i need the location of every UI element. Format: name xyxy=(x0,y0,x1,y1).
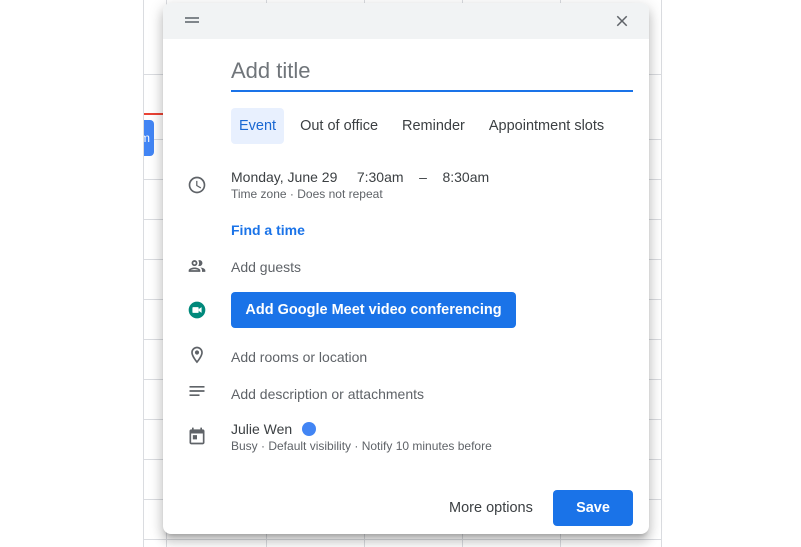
calendar-event-settings[interactable]: Busy · Default visibility · Notify 10 mi… xyxy=(231,439,492,453)
add-guests-field[interactable]: Add guests xyxy=(231,259,301,275)
notes-icon xyxy=(187,381,207,401)
tab-event[interactable]: Event xyxy=(231,108,285,144)
grid-line xyxy=(144,539,661,540)
calendar-icon xyxy=(187,426,207,446)
date-picker[interactable]: Monday, June 29 xyxy=(231,169,337,185)
drag-handle-icon[interactable] xyxy=(185,17,199,23)
calendar-owner-name: Julie Wen xyxy=(231,421,293,437)
calendar-color-dot xyxy=(302,422,317,436)
more-options-button[interactable]: More options xyxy=(439,490,543,526)
dialog-header[interactable] xyxy=(163,3,649,39)
find-a-time-link[interactable]: Find a time xyxy=(231,222,305,238)
datetime-options: Time zone · Does not repeat xyxy=(231,187,383,201)
timezone-link[interactable]: Time zone xyxy=(231,187,287,201)
tab-out-of-office[interactable]: Out of office xyxy=(292,108,386,144)
end-time-picker[interactable]: 8:30am xyxy=(442,169,489,185)
tab-reminder[interactable]: Reminder xyxy=(394,108,473,144)
event-type-tabs: Event Out of office Reminder Appointment… xyxy=(231,108,620,144)
add-google-meet-button[interactable]: Add Google Meet video conferencing xyxy=(231,292,516,328)
close-icon[interactable] xyxy=(613,12,631,30)
separator-dot: · xyxy=(289,187,294,201)
title-input[interactable] xyxy=(231,58,633,88)
repeat-link[interactable]: Does not repeat xyxy=(297,187,382,201)
location-pin-icon xyxy=(187,345,207,365)
google-meet-icon xyxy=(187,300,207,320)
calendar-owner[interactable]: Julie Wen xyxy=(231,421,317,437)
calendar-event-chip[interactable]: m xyxy=(144,120,154,156)
datetime-line: Monday, June 29 7:30am – 8:30am xyxy=(231,169,489,185)
time-separator: – xyxy=(419,169,427,185)
people-icon xyxy=(187,256,207,276)
add-description-field[interactable]: Add description or attachments xyxy=(231,386,424,402)
save-button[interactable]: Save xyxy=(553,490,633,526)
tab-appointment-slots[interactable]: Appointment slots xyxy=(481,108,612,144)
title-field xyxy=(231,58,633,92)
create-event-dialog: Event Out of office Reminder Appointment… xyxy=(163,3,649,534)
start-time-picker[interactable]: 7:30am xyxy=(357,169,404,185)
clock-icon xyxy=(187,175,207,195)
add-location-field[interactable]: Add rooms or location xyxy=(231,349,367,365)
